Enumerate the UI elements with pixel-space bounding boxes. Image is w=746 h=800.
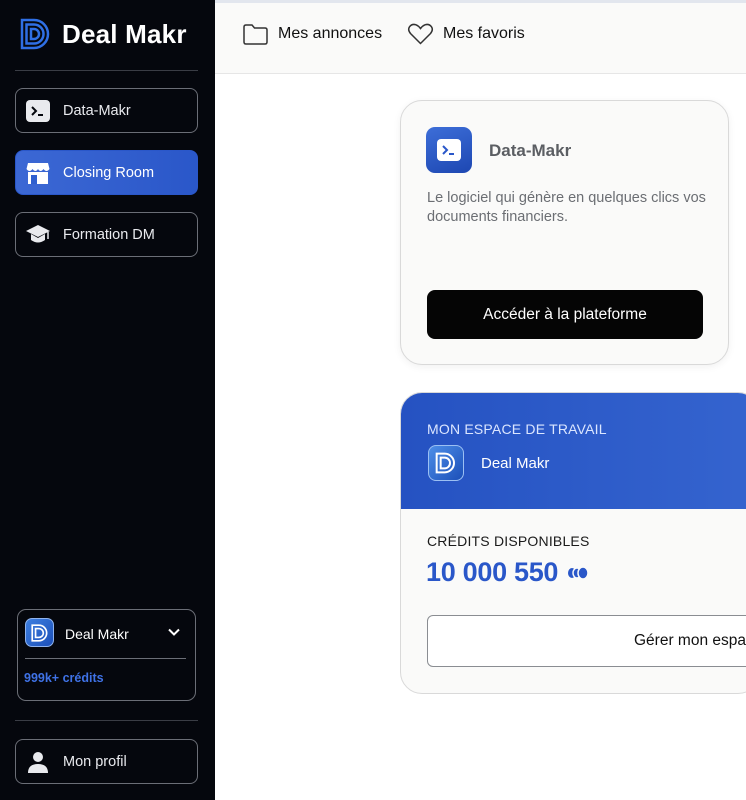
nav-my-listings[interactable]: Mes annonces xyxy=(242,22,382,46)
heart-icon xyxy=(407,23,434,45)
sidebar-divider xyxy=(15,720,198,721)
deal-makr-logo-icon xyxy=(30,623,47,642)
top-bar: Mes annonces Mes favoris xyxy=(215,0,746,74)
workspace-section-label: MON ESPACE DE TRAVAIL xyxy=(427,421,607,437)
sidebar-item-profile[interactable]: Mon profil xyxy=(15,739,198,784)
access-platform-button[interactable]: Accéder à la plateforme xyxy=(427,290,703,339)
coins-icon xyxy=(568,566,589,580)
manage-workspace-button[interactable]: Gérer mon espace xyxy=(427,615,746,667)
chevron-down-icon[interactable] xyxy=(167,625,181,639)
deal-makr-logo-icon xyxy=(20,18,50,50)
sidebar: Deal Makr Data-Makr Closing Room Formati… xyxy=(0,0,215,800)
workspace-card: MON ESPACE DE TRAVAIL Deal Makr CRÉDITS … xyxy=(400,392,746,694)
account-credits: 999k+ crédits xyxy=(24,671,104,685)
data-makr-title: Data-Makr xyxy=(489,141,572,160)
credits-value: 10 000 550 xyxy=(426,557,559,587)
workspace-header: MON ESPACE DE TRAVAIL Deal Makr xyxy=(401,393,746,509)
graduation-cap-icon xyxy=(25,222,51,248)
data-makr-description: Le logiciel qui génère en quelques clics… xyxy=(427,190,706,225)
sidebar-item-closing-room[interactable]: Closing Room xyxy=(15,150,198,195)
account-divider xyxy=(25,658,186,659)
sidebar-item-data-makr[interactable]: Data-Makr xyxy=(15,88,198,133)
credits-label: CRÉDITS DISPONIBLES xyxy=(427,533,590,549)
sidebar-item-label: Formation DM xyxy=(63,226,155,243)
terminal-icon xyxy=(25,98,51,124)
storefront-icon xyxy=(25,160,51,186)
nav-my-favorites[interactable]: Mes favoris xyxy=(407,22,525,46)
account-name: Deal Makr xyxy=(65,626,129,642)
sidebar-item-label: Mon profil xyxy=(63,753,127,770)
nav-my-favorites-label: Mes favoris xyxy=(443,25,525,42)
user-icon xyxy=(25,749,51,775)
sidebar-item-label: Closing Room xyxy=(63,164,155,181)
sidebar-item-formation-dm[interactable]: Formation DM xyxy=(15,212,198,257)
folder-icon xyxy=(243,24,268,45)
avatar xyxy=(428,445,464,481)
sidebar-divider xyxy=(15,70,198,71)
avatar xyxy=(25,618,54,647)
workspace-name: Deal Makr xyxy=(481,455,550,472)
brand-name: Deal Makr xyxy=(62,18,187,49)
sidebar-item-label: Data-Makr xyxy=(63,102,131,119)
account-switcher[interactable]: Deal Makr 999k+ crédits xyxy=(17,609,196,701)
brand-logo[interactable]: Deal Makr xyxy=(18,16,187,52)
data-makr-card: Data-Makr Le logiciel qui génère en quel… xyxy=(400,100,729,365)
nav-my-listings-label: Mes annonces xyxy=(278,25,383,42)
terminal-icon xyxy=(426,127,472,173)
deal-makr-logo-icon xyxy=(435,452,455,474)
